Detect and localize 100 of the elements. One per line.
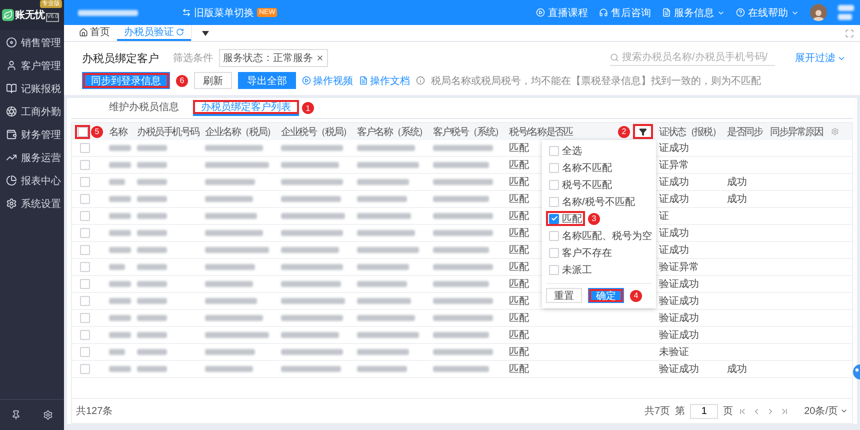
page-tab[interactable]: 首页	[72, 25, 117, 41]
page-title: 办税员绑定客户	[82, 52, 159, 66]
assistant-icon[interactable]	[852, 364, 860, 380]
checkbox[interactable]	[549, 196, 559, 206]
blurred-text	[357, 315, 415, 321]
row-checkbox[interactable]	[80, 262, 90, 272]
blurred-text	[281, 247, 339, 253]
checkbox[interactable]	[549, 146, 559, 156]
row-checkbox[interactable]	[80, 330, 90, 340]
first-page-icon[interactable]	[738, 406, 748, 416]
list-tab[interactable]: 维护办税员信息	[101, 100, 187, 116]
row-checkbox[interactable]	[80, 313, 90, 323]
avatar[interactable]	[810, 4, 827, 21]
table-cell-text: 匹配	[509, 261, 529, 274]
blurred-text	[357, 281, 407, 287]
blurred-text	[109, 179, 125, 185]
filter-option[interactable]: 税号不匹配	[546, 177, 615, 192]
blurred-text	[433, 230, 493, 236]
pie-chart-icon	[6, 175, 17, 186]
blurred-text	[433, 247, 489, 253]
blurred-text	[281, 349, 343, 355]
refresh-icon[interactable]	[176, 28, 184, 36]
column-header: 税号/名称是否匹	[509, 126, 572, 138]
row-checkbox[interactable]	[80, 347, 90, 357]
row-checkbox[interactable]	[80, 296, 90, 306]
blurred-text	[109, 247, 131, 253]
table-cell-text: 匹配	[509, 295, 529, 308]
filter-icon	[639, 128, 647, 136]
blurred-text	[281, 179, 343, 185]
blurred-text	[137, 162, 167, 168]
sidebar-item[interactable]: 系统设置	[0, 192, 64, 215]
sidebar-item[interactable]: 工商外勤	[0, 100, 64, 123]
headset-icon	[599, 8, 608, 17]
blurred-text	[433, 179, 493, 185]
last-page-icon[interactable]	[780, 406, 790, 416]
column-header: 企业税号（税局）	[281, 126, 352, 138]
sidebar-item[interactable]: 客户管理	[0, 54, 64, 77]
page-label: 页	[723, 405, 734, 418]
filter-option[interactable]: 匹配	[546, 211, 585, 226]
checkbox[interactable]	[549, 248, 559, 258]
sidebar-item[interactable]: 报表中心	[0, 169, 64, 192]
blurred-text	[357, 264, 409, 270]
blurred-text	[281, 230, 343, 236]
fullscreen-icon[interactable]	[845, 28, 854, 38]
row-checkbox[interactable]	[80, 177, 90, 187]
page-size-select[interactable]: 20条/页	[804, 404, 848, 418]
row-checkbox[interactable]	[80, 143, 90, 153]
row-checkbox[interactable]	[80, 279, 90, 289]
blurred-text	[109, 315, 131, 321]
blurred-text	[433, 332, 489, 338]
checkbox[interactable]	[549, 264, 559, 274]
refresh-button[interactable]: 刷新	[194, 72, 232, 89]
blurred-text	[357, 196, 407, 202]
sidebar-item[interactable]: 财务管理	[0, 123, 64, 146]
settings-icon[interactable]	[43, 410, 53, 420]
blurred-text	[357, 230, 415, 236]
hint-text: 税局名称或税局税号，均不能在【票税登录信息】找到一致的，则为不匹配	[431, 74, 761, 88]
table-cell-text: 证成功	[659, 226, 689, 240]
filter-option[interactable]: 客户不存在	[546, 245, 615, 260]
blurred-text	[205, 366, 253, 372]
table-cell-text: 匹配	[509, 193, 529, 206]
pin-icon[interactable]	[11, 410, 21, 420]
row-checkbox[interactable]	[80, 211, 90, 221]
table-cell-text: 成功	[727, 192, 747, 206]
blurred-text	[205, 145, 263, 151]
checkbox[interactable]	[549, 180, 559, 190]
sidebar-item[interactable]: 记账报税	[0, 77, 64, 100]
search-field[interactable]: 搜索办税员名称/办税员手机号码/	[610, 50, 775, 66]
wallet-icon	[6, 129, 17, 140]
checkbox[interactable]	[549, 230, 559, 240]
filter-option[interactable]: 未派工	[546, 262, 595, 277]
row-checkbox[interactable]	[80, 228, 90, 238]
blurred-text	[281, 281, 341, 287]
row-checkbox[interactable]	[80, 160, 90, 170]
row-checkbox[interactable]	[80, 245, 90, 255]
reset-button[interactable]: 重置	[546, 288, 582, 303]
filter-option[interactable]: 全选	[546, 143, 585, 158]
table-cell-text: 匹配	[509, 363, 529, 376]
close-icon[interactable]	[316, 54, 324, 62]
callout-badge: 1	[302, 102, 314, 114]
table-cell-text: 匹配	[509, 329, 529, 342]
filter-option[interactable]: 名称不匹配	[546, 160, 615, 175]
table-cell-text: 证成功	[659, 142, 689, 155]
checkbox[interactable]	[549, 214, 559, 224]
table-cell-text: 证成功	[659, 244, 689, 257]
filter-option[interactable]: 名称匹配、税号为空	[546, 228, 655, 243]
page-input[interactable]: 1	[690, 404, 718, 418]
blurred-text	[433, 213, 493, 219]
sidebar-item[interactable]: 服务运营	[0, 146, 64, 169]
logo-icon	[2, 9, 14, 21]
row-checkbox[interactable]	[80, 364, 90, 374]
blurred-text	[838, 14, 852, 20]
sidebar-item[interactable]: 销售管理	[0, 31, 64, 54]
filter-button[interactable]	[633, 124, 653, 139]
filter-option[interactable]: 名称/税号不匹配	[546, 194, 638, 209]
select-all-checkbox[interactable]	[78, 126, 88, 136]
checkbox[interactable]	[549, 162, 559, 172]
row-checkbox[interactable]	[80, 194, 90, 204]
blurred-text	[109, 349, 125, 355]
blurred-text	[433, 349, 493, 355]
